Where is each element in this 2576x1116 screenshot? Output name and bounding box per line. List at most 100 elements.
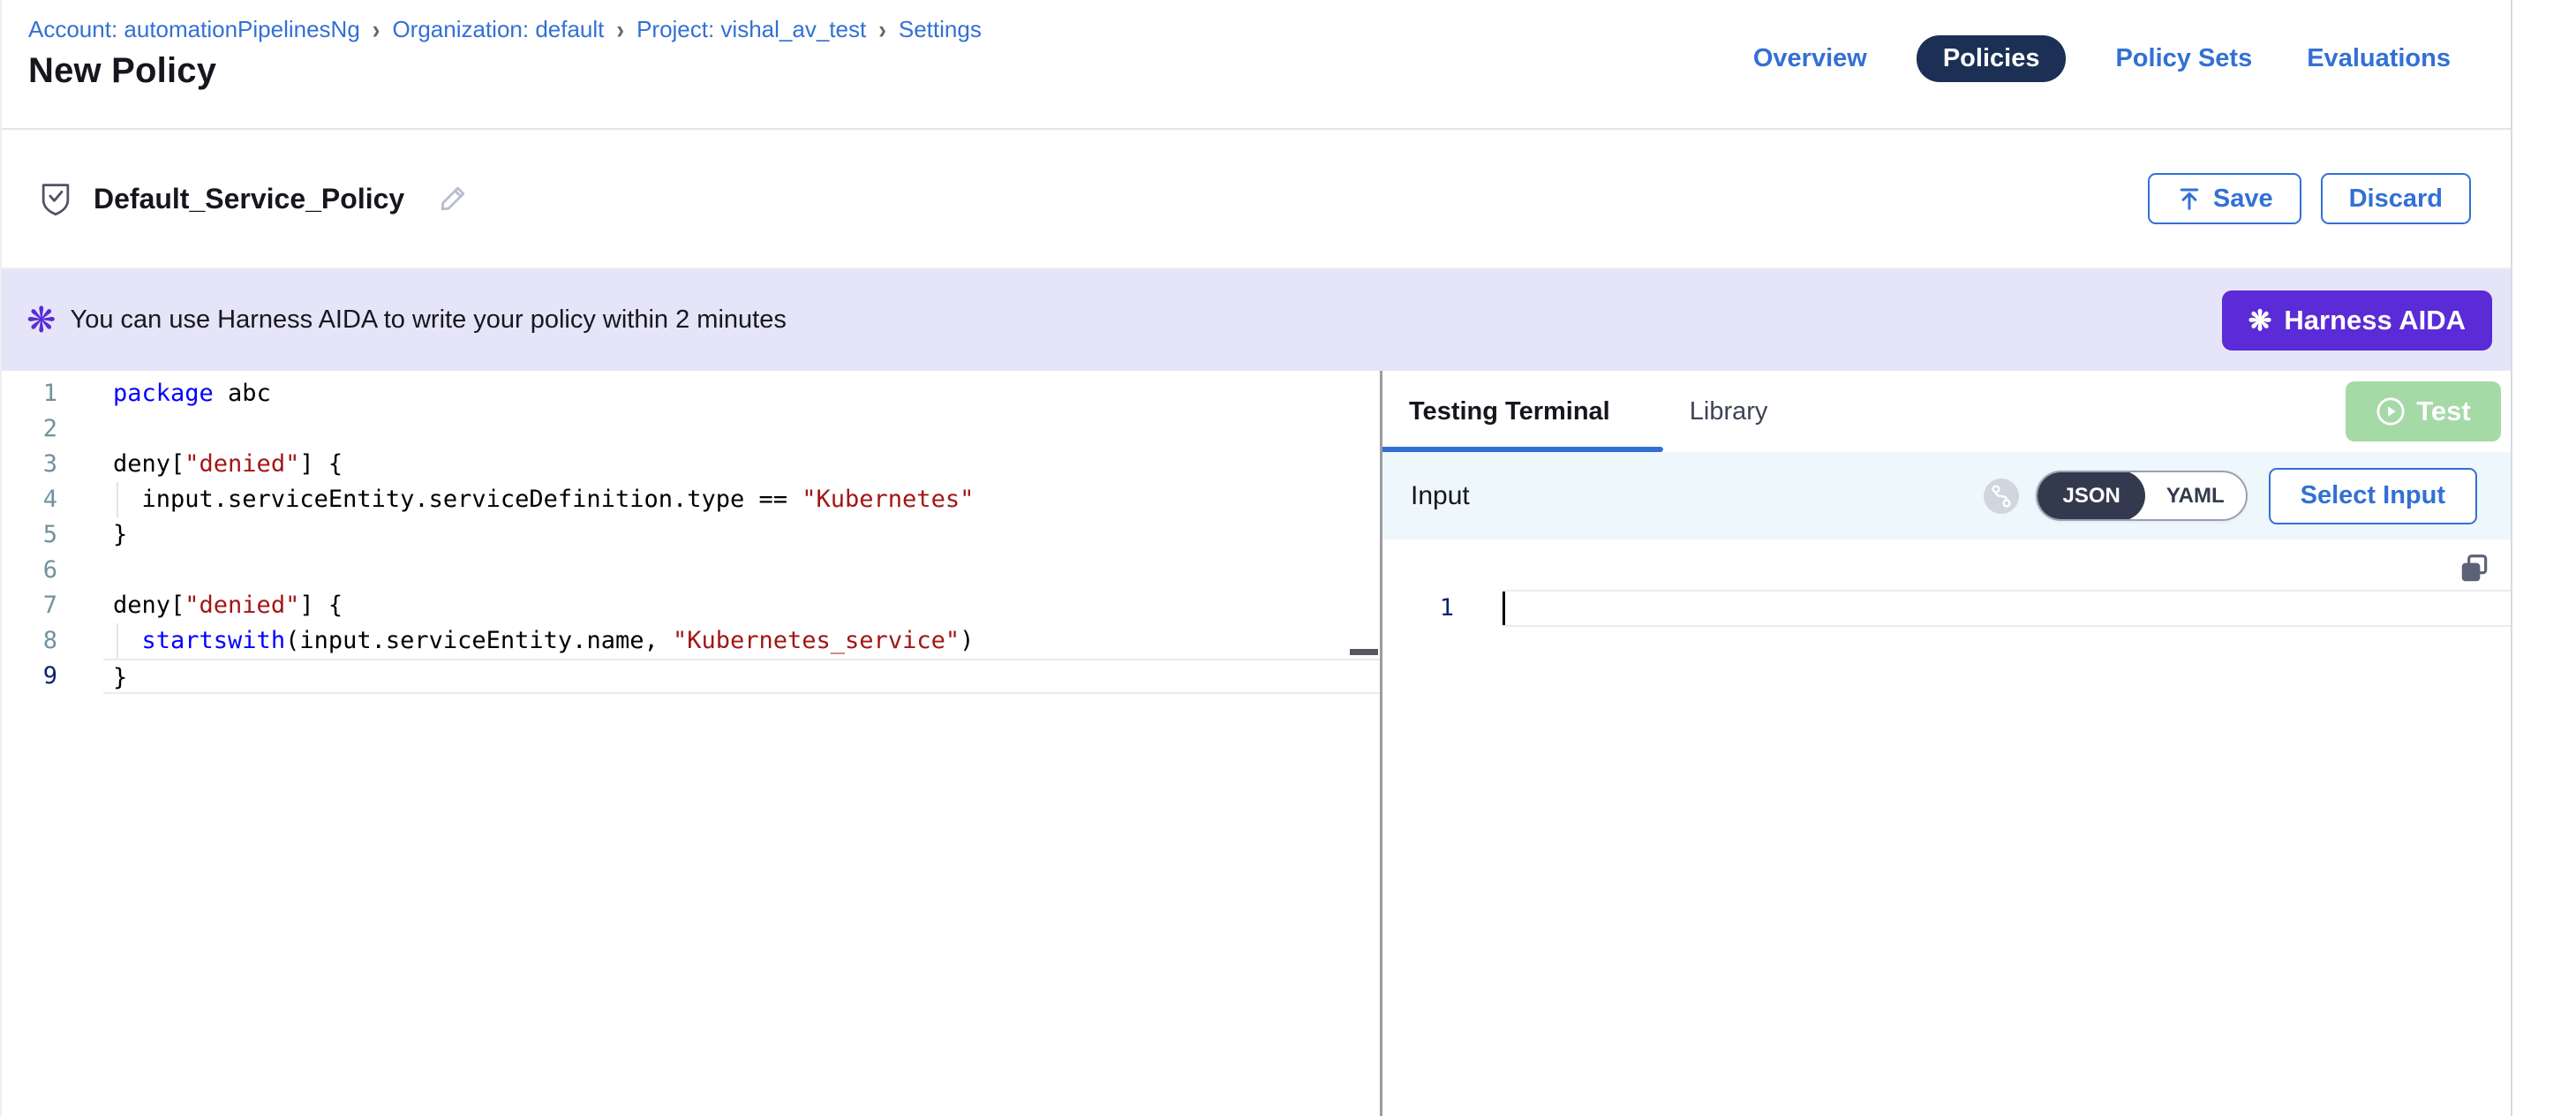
line-content [103,411,1380,447]
nav-tab-policy-sets[interactable]: Policy Sets [2110,35,2257,82]
code-line-4[interactable]: 4 input.serviceEntity.serviceDefinition.… [2,482,1380,517]
nav-tab-evaluations[interactable]: Evaluations [2301,35,2456,82]
breadcrumb: Account: automationPipelinesNg › Organizat… [28,16,982,43]
input-section-header: Input JSONYAML Select Input [1382,452,2511,539]
code-token-string: "denied" [185,592,299,619]
code-token-string: "Kubernetes_service" [673,627,960,654]
policy-toolbar: Default_Service_Policy Save [2,130,2511,269]
input-editor-content[interactable] [1503,590,2511,627]
line-content: } [103,517,1380,553]
main-content: Account: automationPipelinesNg › Organizat… [0,0,2512,1116]
line-content: startswith(input.serviceEntity.name, "Ku… [103,623,1380,659]
line-number: 2 [2,411,103,447]
line-number: 1 [2,376,103,411]
aida-button-label: Harness AIDA [2284,305,2466,336]
discard-button-label: Discard [2349,185,2443,214]
code-token-plain: deny[ [113,450,185,478]
code-line-7[interactable]: 7 deny["denied"] { [2,588,1380,623]
test-button-label: Test [2416,396,2470,427]
line-number: 9 [2,659,103,694]
line-content: } [103,659,1380,694]
play-circle-icon [2376,396,2406,426]
code-line-9[interactable]: 9} [2,659,1380,694]
code-token-plain: input.serviceEntity.serviceDefinition.ty… [113,486,802,513]
module-nav-tabs: Overview Policies Policy Sets Evaluations [1748,35,2456,82]
code-line-1[interactable]: 1package abc [2,376,1380,411]
shield-check-icon [39,181,72,216]
test-button[interactable]: Test [2346,381,2501,441]
overview-ruler-mark [1350,649,1378,655]
code-token-plain: deny[ [113,592,185,619]
input-label: Input [1411,481,1470,511]
testing-terminal-panel: Testing Terminal Library Test [1382,371,2511,1116]
breadcrumb-item[interactable]: Settings [899,16,982,43]
format-option-yaml[interactable]: YAML [2145,471,2246,521]
nav-tab-overview[interactable]: Overview [1748,35,1872,82]
code-token-plain: (input.serviceEntity.name, [285,627,673,654]
upload-icon [2176,185,2203,212]
code-token-plain: } [113,664,127,691]
input-editor-line: 1 [1382,590,2511,627]
line-number: 8 [2,623,103,659]
line-content: package abc [103,376,1380,411]
text-cursor [1503,592,1505,625]
aida-button-flower-icon: ❋ [2248,304,2272,337]
input-editor-line-number: 1 [1382,590,1503,627]
format-option-json[interactable]: JSON [2037,471,2144,521]
main-split: 1package abc23deny["denied"] {4 input.se… [2,371,2511,1116]
code-token-keyword: package [113,380,214,407]
input-editor[interactable]: 1 [1382,539,2511,1116]
page-header: Account: automationPipelinesNg › Organizat… [2,0,2511,130]
indent-guide [117,482,118,517]
code-token-plain: ) [960,627,974,654]
code-token-string: "denied" [185,450,299,478]
aida-flower-icon: ❋ [26,303,56,338]
save-button[interactable]: Save [2148,173,2301,224]
code-token-string: "Kubernetes" [802,486,974,513]
format-toggle: JSONYAML [2036,471,2247,521]
aida-banner-message: You can use Harness AIDA to write your p… [71,305,787,335]
active-tab-underline [1382,447,1663,452]
line-number: 4 [2,482,103,517]
save-button-label: Save [2213,185,2273,214]
code-token-plain: abc [214,380,271,407]
code-token-plain: ] { [299,450,343,478]
line-number: 3 [2,447,103,482]
code-line-3[interactable]: 3deny["denied"] { [2,447,1380,482]
indent-guide [117,623,118,659]
page-title: New Policy [28,51,216,91]
edit-policy-name-icon[interactable] [436,182,470,215]
code-line-2[interactable]: 2 [2,411,1380,447]
branch-icon [1983,478,2020,515]
policy-name: Default_Service_Policy [94,183,404,215]
line-content: input.serviceEntity.serviceDefinition.ty… [103,482,1380,517]
discard-button[interactable]: Discard [2321,173,2471,224]
policy-code-editor[interactable]: 1package abc23deny["denied"] {4 input.se… [2,371,1380,1116]
line-number: 6 [2,553,103,588]
line-number: 5 [2,517,103,553]
code-line-5[interactable]: 5} [2,517,1380,553]
line-content [103,553,1380,588]
breadcrumb-separator: › [373,14,380,46]
code-line-6[interactable]: 6 [2,553,1380,588]
code-token-plain: ] { [299,592,343,619]
code-line-8[interactable]: 8 startswith(input.serviceEntity.name, "… [2,623,1380,659]
breadcrumb-item[interactable]: Project: vishal_av_test [636,16,866,43]
harness-aida-button[interactable]: ❋ Harness AIDA [2222,290,2492,351]
policy-editor-page: Account: automationPipelinesNg › Organizat… [0,0,2576,1116]
breadcrumb-item[interactable]: Account: automationPipelinesNg [28,16,360,43]
breadcrumb-item[interactable]: Organization: default [392,16,604,43]
code-token-keyword: startswith [142,627,286,654]
tab-testing-terminal[interactable]: Testing Terminal [1409,397,1610,426]
aida-banner: ❋ You can use Harness AIDA to write your… [2,269,2511,371]
nav-tab-policies[interactable]: Policies [1917,35,2067,82]
copy-icon[interactable] [2458,552,2491,585]
breadcrumb-separator: › [878,14,886,46]
select-input-button[interactable]: Select Input [2269,468,2477,524]
terminal-tabs-row: Testing Terminal Library Test [1382,371,2511,452]
tab-library[interactable]: Library [1690,397,1768,426]
line-content: deny["denied"] { [103,447,1380,482]
breadcrumb-separator: › [616,14,624,46]
code-token-plain: } [113,521,127,548]
line-number: 7 [2,588,103,623]
